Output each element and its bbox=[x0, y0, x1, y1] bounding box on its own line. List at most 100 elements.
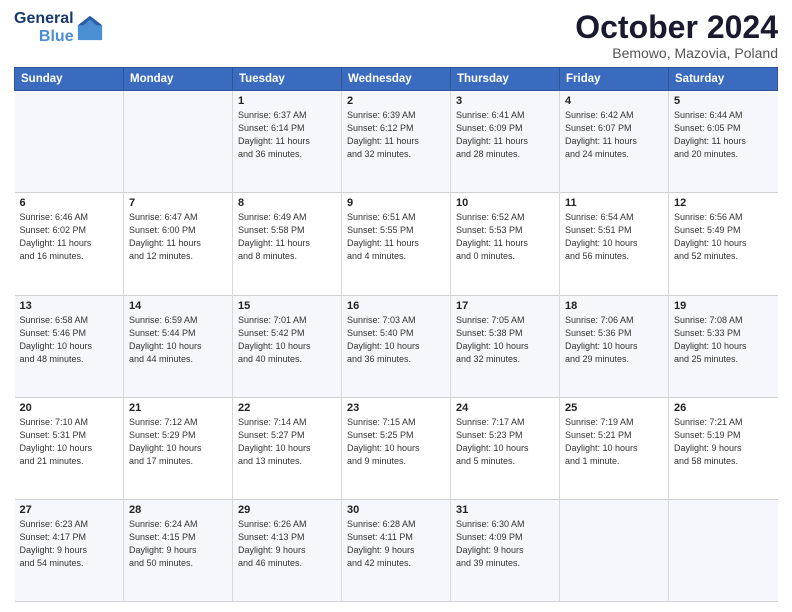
day-content: Sunrise: 7:10 AM Sunset: 5:31 PM Dayligh… bbox=[20, 416, 119, 468]
calendar-cell: 27 Sunrise: 6:23 AM Sunset: 4:17 PM Dayli… bbox=[15, 499, 124, 601]
day-content: Sunrise: 7:08 AM Sunset: 5:33 PM Dayligh… bbox=[674, 314, 773, 366]
calendar-cell bbox=[560, 499, 669, 601]
col-monday: Monday bbox=[124, 68, 233, 91]
col-tuesday: Tuesday bbox=[233, 68, 342, 91]
day-content: Sunrise: 6:58 AM Sunset: 5:46 PM Dayligh… bbox=[20, 314, 119, 366]
day-number: 16 bbox=[347, 300, 445, 312]
day-content: Sunrise: 7:17 AM Sunset: 5:23 PM Dayligh… bbox=[456, 416, 554, 468]
day-number: 24 bbox=[456, 402, 554, 414]
day-number: 18 bbox=[565, 300, 663, 312]
calendar-cell: 15 Sunrise: 7:01 AM Sunset: 5:42 PM Dayli… bbox=[233, 295, 342, 397]
day-content: Sunrise: 6:42 AM Sunset: 6:07 PM Dayligh… bbox=[565, 109, 663, 161]
day-content: Sunrise: 6:59 AM Sunset: 5:44 PM Dayligh… bbox=[129, 314, 227, 366]
day-content: Sunrise: 7:14 AM Sunset: 5:27 PM Dayligh… bbox=[238, 416, 336, 468]
day-number: 15 bbox=[238, 300, 336, 312]
day-content: Sunrise: 6:39 AM Sunset: 6:12 PM Dayligh… bbox=[347, 109, 445, 161]
day-content: Sunrise: 6:47 AM Sunset: 6:00 PM Dayligh… bbox=[129, 211, 227, 263]
calendar-cell: 11Sunrise: 6:54 AM Sunset: 5:51 PM Dayli… bbox=[560, 193, 669, 295]
calendar-week-3: 20 Sunrise: 7:10 AM Sunset: 5:31 PM Dayli… bbox=[15, 397, 778, 499]
calendar-week-2: 13 Sunrise: 6:58 AM Sunset: 5:46 PM Dayli… bbox=[15, 295, 778, 397]
day-number: 29 bbox=[238, 504, 336, 516]
calendar-table: Sunday Monday Tuesday Wednesday Thursday… bbox=[14, 67, 778, 602]
day-number: 25 bbox=[565, 402, 663, 414]
calendar-cell: 7 Sunrise: 6:47 AM Sunset: 6:00 PM Daylig… bbox=[124, 193, 233, 295]
day-content: Sunrise: 7:12 AM Sunset: 5:29 PM Dayligh… bbox=[129, 416, 227, 468]
calendar-cell: 10Sunrise: 6:52 AM Sunset: 5:53 PM Dayli… bbox=[451, 193, 560, 295]
day-content: Sunrise: 6:44 AM Sunset: 6:05 PM Dayligh… bbox=[674, 109, 773, 161]
calendar-cell: 16 Sunrise: 7:03 AM Sunset: 5:40 PM Dayli… bbox=[342, 295, 451, 397]
day-number: 27 bbox=[20, 504, 119, 516]
calendar-cell: 14 Sunrise: 6:59 AM Sunset: 5:44 PM Dayli… bbox=[124, 295, 233, 397]
day-content: Sunrise: 7:03 AM Sunset: 5:40 PM Dayligh… bbox=[347, 314, 445, 366]
subtitle: Bemowo, Mazovia, Poland bbox=[575, 45, 778, 61]
day-number: 19 bbox=[674, 300, 773, 312]
day-content: Sunrise: 7:15 AM Sunset: 5:25 PM Dayligh… bbox=[347, 416, 445, 468]
day-number: 31 bbox=[456, 504, 554, 516]
day-number: 13 bbox=[20, 300, 119, 312]
day-number: 14 bbox=[129, 300, 227, 312]
col-friday: Friday bbox=[560, 68, 669, 91]
day-number: 3 bbox=[456, 95, 554, 107]
main-title: October 2024 bbox=[575, 10, 778, 45]
calendar-cell: 22 Sunrise: 7:14 AM Sunset: 5:27 PM Dayli… bbox=[233, 397, 342, 499]
logo-icon bbox=[76, 14, 104, 42]
col-wednesday: Wednesday bbox=[342, 68, 451, 91]
day-content: Sunrise: 6:26 AM Sunset: 4:13 PM Dayligh… bbox=[238, 518, 336, 570]
calendar-cell: 8 Sunrise: 6:49 AM Sunset: 5:58 PM Daylig… bbox=[233, 193, 342, 295]
day-number: 26 bbox=[674, 402, 773, 414]
calendar-cell: 5 Sunrise: 6:44 AM Sunset: 6:05 PM Daylig… bbox=[669, 91, 778, 193]
calendar-cell: 6Sunrise: 6:46 AM Sunset: 6:02 PM Daylig… bbox=[15, 193, 124, 295]
calendar-cell: 13 Sunrise: 6:58 AM Sunset: 5:46 PM Dayli… bbox=[15, 295, 124, 397]
day-number: 23 bbox=[347, 402, 445, 414]
calendar-cell bbox=[669, 499, 778, 601]
day-content: Sunrise: 6:54 AM Sunset: 5:51 PM Dayligh… bbox=[565, 211, 663, 263]
calendar-cell: 17Sunrise: 7:05 AM Sunset: 5:38 PM Dayli… bbox=[451, 295, 560, 397]
calendar-cell: 18 Sunrise: 7:06 AM Sunset: 5:36 PM Dayli… bbox=[560, 295, 669, 397]
calendar-cell: 19 Sunrise: 7:08 AM Sunset: 5:33 PM Dayli… bbox=[669, 295, 778, 397]
day-number: 7 bbox=[129, 197, 227, 209]
day-content: Sunrise: 6:41 AM Sunset: 6:09 PM Dayligh… bbox=[456, 109, 554, 161]
day-content: Sunrise: 6:30 AM Sunset: 4:09 PM Dayligh… bbox=[456, 518, 554, 570]
day-number: 1 bbox=[238, 95, 336, 107]
logo-blue: Blue bbox=[14, 28, 74, 46]
logo: General Blue bbox=[14, 10, 104, 45]
day-number: 22 bbox=[238, 402, 336, 414]
calendar-cell: 12 Sunrise: 6:56 AM Sunset: 5:49 PM Dayli… bbox=[669, 193, 778, 295]
calendar-cell: 26 Sunrise: 7:21 AM Sunset: 5:19 PM Dayli… bbox=[669, 397, 778, 499]
day-content: Sunrise: 6:56 AM Sunset: 5:49 PM Dayligh… bbox=[674, 211, 773, 263]
calendar-cell: 29 Sunrise: 6:26 AM Sunset: 4:13 PM Dayli… bbox=[233, 499, 342, 601]
day-number: 20 bbox=[20, 402, 119, 414]
day-number: 5 bbox=[674, 95, 773, 107]
day-content: Sunrise: 7:01 AM Sunset: 5:42 PM Dayligh… bbox=[238, 314, 336, 366]
day-number: 8 bbox=[238, 197, 336, 209]
calendar-cell bbox=[124, 91, 233, 193]
day-content: Sunrise: 6:23 AM Sunset: 4:17 PM Dayligh… bbox=[20, 518, 119, 570]
logo-general: General bbox=[14, 10, 74, 28]
calendar-cell: 31 Sunrise: 6:30 AM Sunset: 4:09 PM Dayli… bbox=[451, 499, 560, 601]
day-content: Sunrise: 6:37 AM Sunset: 6:14 PM Dayligh… bbox=[238, 109, 336, 161]
calendar-cell: 21 Sunrise: 7:12 AM Sunset: 5:29 PM Dayli… bbox=[124, 397, 233, 499]
day-number: 10 bbox=[456, 197, 554, 209]
calendar-cell: 3 Sunrise: 6:41 AM Sunset: 6:09 PM Daylig… bbox=[451, 91, 560, 193]
day-content: Sunrise: 6:49 AM Sunset: 5:58 PM Dayligh… bbox=[238, 211, 336, 263]
day-number: 12 bbox=[674, 197, 773, 209]
calendar-cell: 25Sunrise: 7:19 AM Sunset: 5:21 PM Dayli… bbox=[560, 397, 669, 499]
day-content: Sunrise: 7:06 AM Sunset: 5:36 PM Dayligh… bbox=[565, 314, 663, 366]
day-content: Sunrise: 6:28 AM Sunset: 4:11 PM Dayligh… bbox=[347, 518, 445, 570]
col-thursday: Thursday bbox=[451, 68, 560, 91]
calendar-cell: 20 Sunrise: 7:10 AM Sunset: 5:31 PM Dayli… bbox=[15, 397, 124, 499]
col-saturday: Saturday bbox=[669, 68, 778, 91]
calendar-cell: 30Sunrise: 6:28 AM Sunset: 4:11 PM Dayli… bbox=[342, 499, 451, 601]
day-number: 4 bbox=[565, 95, 663, 107]
header-row: Sunday Monday Tuesday Wednesday Thursday… bbox=[15, 68, 778, 91]
day-content: Sunrise: 6:24 AM Sunset: 4:15 PM Dayligh… bbox=[129, 518, 227, 570]
calendar-cell: 23 Sunrise: 7:15 AM Sunset: 5:25 PM Dayli… bbox=[342, 397, 451, 499]
day-number: 21 bbox=[129, 402, 227, 414]
day-number: 2 bbox=[347, 95, 445, 107]
title-block: October 2024 Bemowo, Mazovia, Poland bbox=[575, 10, 778, 61]
day-content: Sunrise: 6:46 AM Sunset: 6:02 PM Dayligh… bbox=[20, 211, 119, 263]
day-number: 9 bbox=[347, 197, 445, 209]
day-content: Sunrise: 7:21 AM Sunset: 5:19 PM Dayligh… bbox=[674, 416, 773, 468]
col-sunday: Sunday bbox=[15, 68, 124, 91]
day-number: 17 bbox=[456, 300, 554, 312]
